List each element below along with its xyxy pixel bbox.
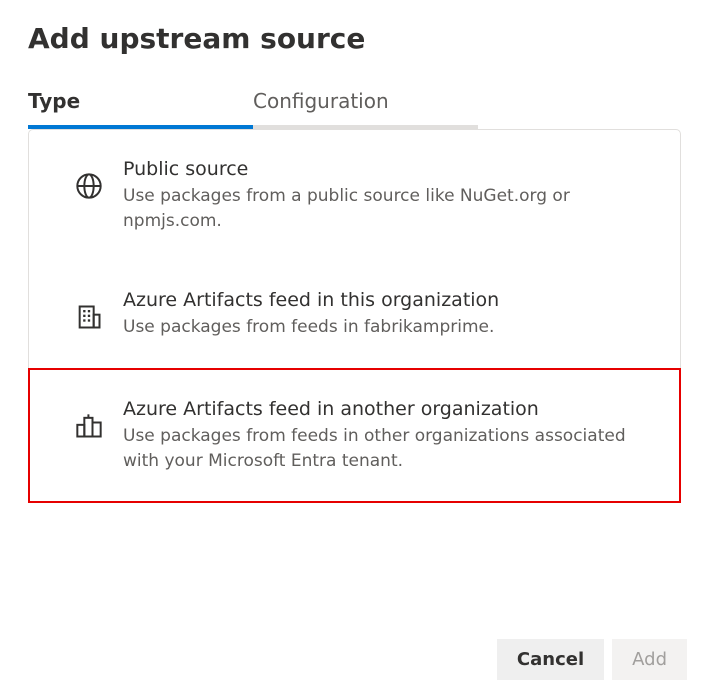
- option-title: Public source: [123, 158, 646, 180]
- globe-icon: [75, 172, 103, 200]
- option-highlighted-border: Azure Artifacts feed in another organiza…: [28, 368, 681, 503]
- cancel-button[interactable]: Cancel: [497, 639, 604, 680]
- close-button[interactable]: [649, 23, 681, 55]
- tab-configuration[interactable]: Configuration: [253, 89, 478, 125]
- tab-underline-inactive: [253, 125, 478, 129]
- option-desc: Use packages from feeds in fabrikamprime…: [123, 315, 646, 340]
- option-title: Azure Artifacts feed in this organizatio…: [123, 289, 646, 311]
- option-text: Azure Artifacts feed in another organiza…: [123, 398, 646, 473]
- dialog-header: Add upstream source: [28, 22, 681, 55]
- tabs: Type Configuration: [28, 89, 681, 125]
- add-button[interactable]: Add: [612, 639, 687, 680]
- dialog-title: Add upstream source: [28, 22, 365, 55]
- option-this-org[interactable]: Azure Artifacts feed in this organizatio…: [29, 261, 680, 368]
- option-desc: Use packages from a public source like N…: [123, 184, 646, 233]
- options-card: Public source Use packages from a public…: [28, 129, 681, 503]
- city-icon: [75, 412, 103, 440]
- tab-type[interactable]: Type: [28, 89, 253, 125]
- option-text: Public source Use packages from a public…: [123, 158, 646, 233]
- option-other-org[interactable]: Azure Artifacts feed in another organiza…: [30, 370, 679, 501]
- dialog-footer: Cancel Add: [497, 639, 687, 680]
- building-icon: [75, 303, 103, 331]
- option-text: Azure Artifacts feed in this organizatio…: [123, 289, 646, 340]
- option-public-source[interactable]: Public source Use packages from a public…: [29, 130, 680, 261]
- tab-underline-active: [28, 125, 253, 129]
- add-upstream-dialog: Add upstream source Type Configuration: [0, 0, 709, 503]
- option-title: Azure Artifacts feed in another organiza…: [123, 398, 646, 420]
- option-desc: Use packages from feeds in other organiz…: [123, 424, 646, 473]
